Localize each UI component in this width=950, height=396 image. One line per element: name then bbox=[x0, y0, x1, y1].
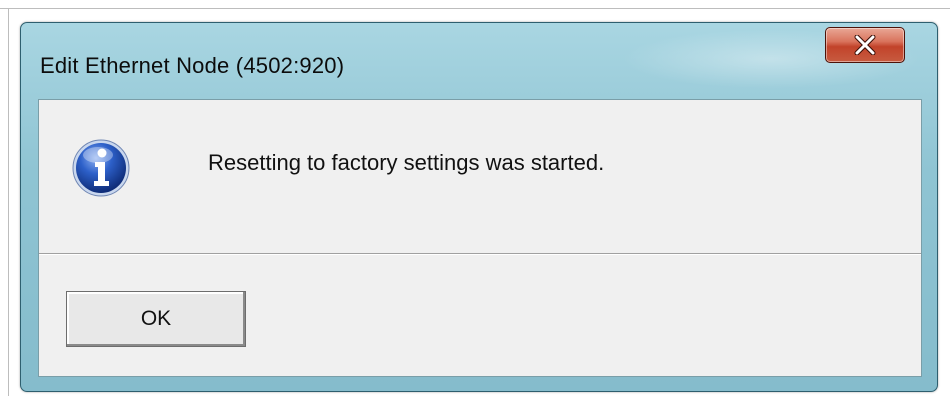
dialog-message: Resetting to factory settings was starte… bbox=[208, 150, 605, 175]
dialog-content: Resetting to factory settings was starte… bbox=[38, 99, 922, 377]
info-icon bbox=[72, 139, 130, 197]
title-bar[interactable]: Edit Ethernet Node (4502:920) bbox=[21, 23, 937, 99]
close-button[interactable] bbox=[825, 27, 905, 63]
ok-button[interactable]: OK bbox=[66, 291, 246, 347]
close-icon bbox=[854, 35, 876, 55]
screenshot-canvas: Edit Ethernet Node (4502:920) Resetting … bbox=[0, 0, 950, 396]
separator bbox=[39, 253, 921, 255]
message-dialog: Edit Ethernet Node (4502:920) Resetting … bbox=[20, 22, 938, 392]
background-border-left bbox=[8, 8, 9, 396]
dialog-title: Edit Ethernet Node (4502:920) bbox=[40, 53, 345, 78]
background-border-top bbox=[0, 8, 950, 9]
